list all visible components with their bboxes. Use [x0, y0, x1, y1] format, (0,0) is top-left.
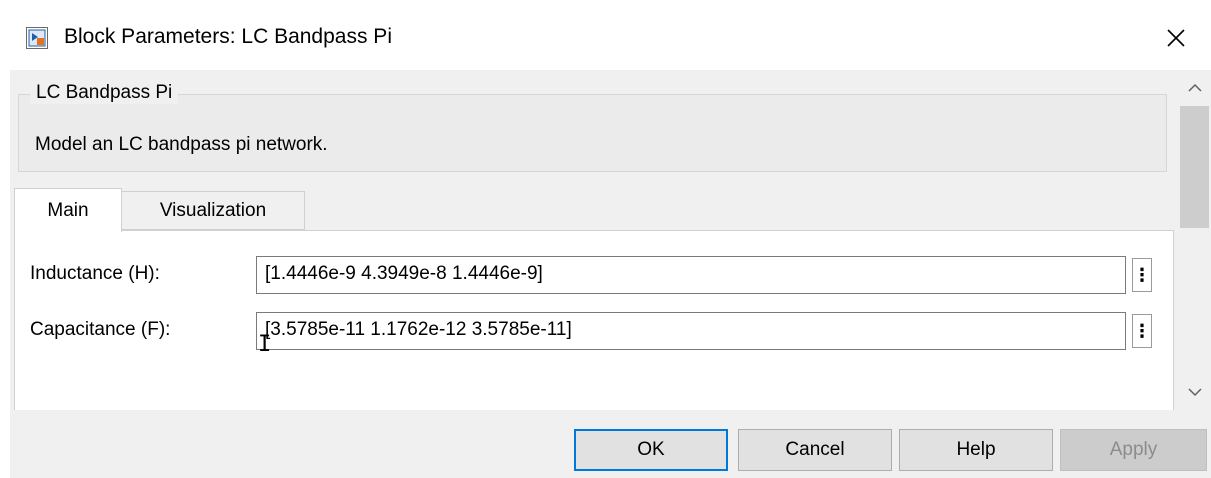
group-legend: LC Bandpass Pi	[30, 82, 179, 104]
block-description: Model an LC bandpass pi network.	[35, 134, 328, 155]
block-description-group	[18, 94, 1167, 172]
tab-main-label: Main	[47, 199, 89, 221]
scroll-down-button[interactable]	[1178, 374, 1211, 410]
scrollbar-thumb[interactable]	[1180, 106, 1209, 228]
capacitance-more-options-button[interactable]: ⋮	[1132, 314, 1152, 348]
tab-visualization-label: Visualization	[159, 199, 267, 221]
capacitance-field[interactable]: [3.5785e-11 1.1762e-12 3.5785e-11]	[256, 312, 1126, 350]
close-button[interactable]	[1156, 18, 1196, 58]
inductance-label: Inductance (H):	[30, 263, 160, 284]
vertical-ellipsis-icon: ⋮	[1133, 265, 1151, 285]
tab-visualization[interactable]: Visualization	[122, 191, 305, 230]
parameters-panel: LC Bandpass Pi Model an LC bandpass pi n…	[10, 70, 1178, 410]
capacitance-label: Capacitance (F):	[30, 319, 171, 340]
ok-button[interactable]: OK	[574, 429, 728, 471]
simulink-app-icon	[26, 27, 48, 49]
tab-strip: Main Visualization	[14, 188, 1174, 232]
window-title: Block Parameters: LC Bandpass Pi	[64, 25, 392, 48]
scroll-up-button[interactable]	[1178, 70, 1211, 106]
inductance-more-options-button[interactable]: ⋮	[1132, 258, 1152, 292]
text-cursor-icon: I	[258, 332, 272, 357]
chevron-up-icon	[1187, 83, 1202, 92]
tab-main[interactable]: Main	[14, 188, 122, 232]
inductance-field[interactable]: [1.4446e-9 4.3949e-8 1.4446e-9]	[256, 256, 1126, 294]
apply-button[interactable]: Apply	[1060, 429, 1207, 471]
help-button[interactable]: Help	[899, 429, 1053, 471]
vertical-ellipsis-icon: ⋮	[1133, 321, 1151, 341]
cancel-button[interactable]: Cancel	[738, 429, 892, 471]
title-bar[interactable]: Block Parameters: LC Bandpass Pi	[0, 0, 1211, 70]
chevron-down-icon	[1187, 388, 1202, 397]
vertical-scrollbar[interactable]	[1178, 70, 1211, 410]
dialog-client-area: LC Bandpass Pi Model an LC bandpass pi n…	[10, 70, 1211, 478]
main-tab-content: Inductance (H): [1.4446e-9 4.3949e-8 1.4…	[14, 230, 1174, 410]
close-icon	[1167, 29, 1185, 47]
